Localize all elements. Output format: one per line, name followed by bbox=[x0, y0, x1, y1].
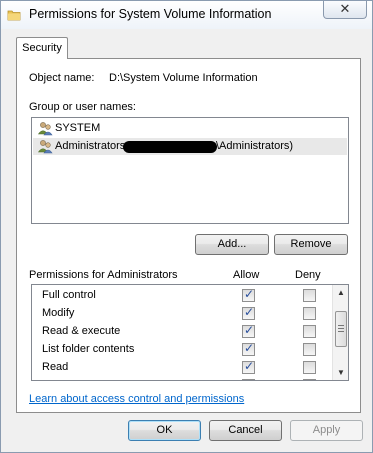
list-item[interactable]: SYSTEM bbox=[33, 120, 347, 137]
permission-name: Modify bbox=[42, 307, 75, 319]
allow-checkbox[interactable]: ✓ bbox=[242, 287, 255, 302]
security-panel: Object name: D:\System Volume Informatio… bbox=[16, 58, 361, 413]
check-icon: ✓ bbox=[244, 359, 255, 373]
allow-checkbox[interactable]: ✓ bbox=[242, 323, 255, 338]
permission-name: Read & execute bbox=[42, 325, 121, 337]
list-item-label: Administrators ( bbox=[55, 140, 133, 152]
deny-checkbox[interactable] bbox=[303, 289, 316, 302]
list-item-label: SYSTEM bbox=[55, 122, 101, 134]
deny-checkbox[interactable] bbox=[303, 361, 316, 374]
permission-name: Read bbox=[42, 361, 69, 373]
permissions-label: Permissions for Administrators bbox=[29, 269, 178, 281]
allow-checkbox[interactable] bbox=[242, 379, 255, 380]
permission-row: List folder contents ✓ bbox=[32, 341, 332, 359]
remove-button[interactable]: Remove bbox=[274, 234, 348, 255]
users-icon bbox=[37, 122, 53, 136]
permission-row: Full control ✓ bbox=[32, 287, 332, 305]
group-user-names-label: Group or user names: bbox=[29, 101, 136, 113]
object-name-value: D:\System Volume Information bbox=[109, 72, 258, 84]
vertical-scrollbar[interactable]: ▲ ▼ bbox=[332, 285, 348, 380]
scroll-down-icon[interactable]: ▼ bbox=[337, 368, 345, 377]
deny-checkbox[interactable] bbox=[303, 307, 316, 320]
scrollbar-thumb[interactable] bbox=[335, 311, 347, 347]
permission-row bbox=[32, 377, 332, 380]
deny-checkbox[interactable] bbox=[303, 343, 316, 356]
close-button[interactable]: ✕ bbox=[323, 1, 367, 19]
group-user-listbox[interactable]: SYSTEM Administrators ( \Administrators) bbox=[31, 117, 349, 224]
permission-name: List folder contents bbox=[42, 343, 135, 355]
deny-checkbox[interactable] bbox=[303, 379, 316, 380]
object-name-label: Object name: bbox=[29, 72, 95, 84]
folder-icon bbox=[7, 10, 21, 21]
window-title: Permissions for System Volume Informatio… bbox=[29, 7, 272, 21]
check-icon: ✓ bbox=[244, 341, 255, 355]
deny-checkbox[interactable] bbox=[303, 325, 316, 338]
permissions-list: Full control ✓ Modify ✓ Read & execute ✓… bbox=[31, 284, 349, 381]
allow-checkbox[interactable]: ✓ bbox=[242, 305, 255, 320]
tab-security[interactable]: Security bbox=[16, 37, 68, 59]
redacted-name bbox=[123, 141, 217, 153]
allow-checkbox[interactable]: ✓ bbox=[242, 359, 255, 374]
deny-column-header: Deny bbox=[295, 269, 321, 281]
check-icon: ✓ bbox=[244, 323, 255, 337]
permission-row: Read ✓ bbox=[32, 359, 332, 377]
permission-row: Modify ✓ bbox=[32, 305, 332, 323]
scroll-up-icon[interactable]: ▲ bbox=[337, 288, 345, 297]
add-button[interactable]: Add... bbox=[195, 234, 269, 255]
allow-column-header: Allow bbox=[233, 269, 260, 281]
check-icon: ✓ bbox=[244, 305, 255, 319]
permission-row: Read & execute ✓ bbox=[32, 323, 332, 341]
check-icon: ✓ bbox=[244, 287, 255, 301]
title-bar: Permissions for System Volume Informatio… bbox=[1, 1, 372, 29]
cancel-button[interactable]: Cancel bbox=[209, 420, 282, 441]
permission-name: Full control bbox=[42, 289, 96, 301]
allow-checkbox[interactable]: ✓ bbox=[242, 341, 255, 356]
ok-button[interactable]: OK bbox=[128, 420, 201, 441]
users-icon bbox=[37, 140, 53, 154]
access-control-help-link[interactable]: Learn about access control and permissio… bbox=[29, 393, 244, 405]
apply-button[interactable]: Apply bbox=[290, 420, 363, 441]
list-item-suffix: \Administrators) bbox=[216, 140, 294, 152]
permissions-dialog: Permissions for System Volume Informatio… bbox=[0, 0, 373, 453]
list-item[interactable]: Administrators ( \Administrators) bbox=[33, 138, 347, 155]
close-icon: ✕ bbox=[339, 1, 351, 16]
